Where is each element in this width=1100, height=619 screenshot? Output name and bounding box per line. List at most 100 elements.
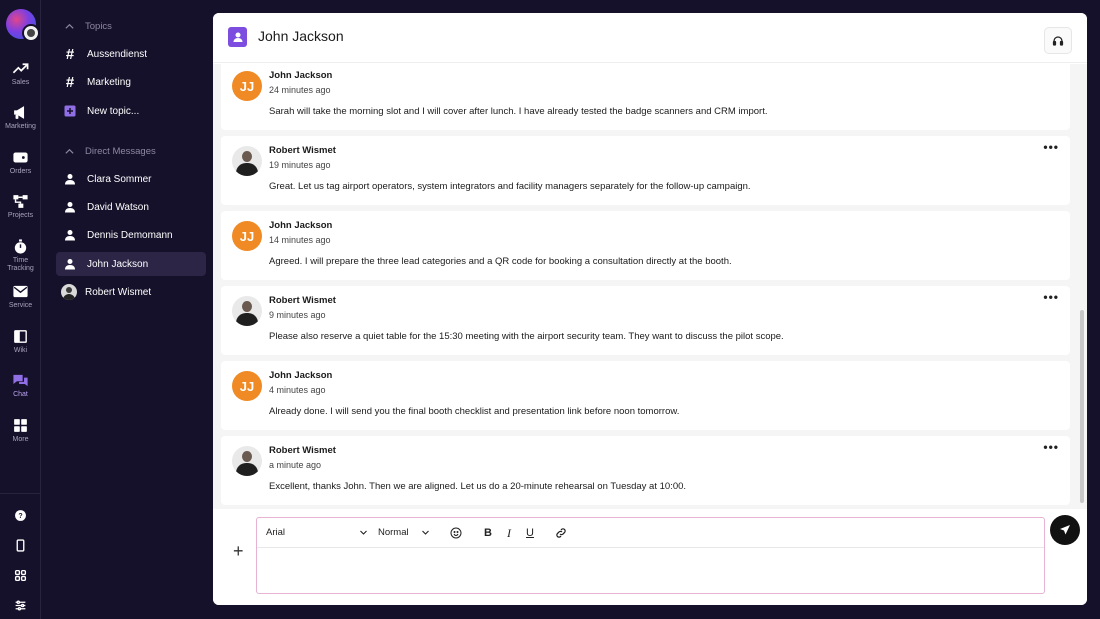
message-author[interactable]: Robert Wismet (269, 145, 336, 156)
more-options-button[interactable]: ••• (1043, 441, 1059, 453)
sidebar-item-label: Marketing (87, 76, 131, 88)
message-time: 4 minutes ago (269, 385, 326, 395)
avatar[interactable]: JJ (232, 221, 262, 251)
chat-header: John Jackson (213, 13, 1087, 63)
message-author[interactable]: John Jackson (269, 70, 332, 81)
plus-square-icon (63, 104, 77, 118)
user-avatar[interactable] (22, 24, 40, 42)
font-select-value: Arial (266, 527, 286, 538)
stopwatch-icon (14, 239, 27, 254)
sidebar-item-aussendienst[interactable]: # Aussendienst (56, 42, 206, 66)
mail-icon (13, 285, 28, 298)
message-time: 14 minutes ago (269, 235, 331, 245)
workspace-logo[interactable] (6, 9, 40, 42)
rail-label: Chat (13, 391, 28, 398)
chevron-down-icon (360, 530, 367, 535)
more-options-button[interactable]: ••• (1043, 141, 1059, 153)
rail-item-projects[interactable]: Projects (0, 193, 41, 220)
mobile-icon (16, 539, 25, 552)
chevron-down-icon (422, 530, 429, 535)
message-author[interactable]: John Jackson (269, 370, 332, 381)
message-text: Sarah will take the morning slot and I w… (269, 106, 768, 117)
settings-button[interactable] (0, 599, 41, 612)
message-input[interactable] (257, 549, 1044, 593)
topics-section-toggle[interactable]: Topics (64, 21, 112, 32)
size-select[interactable]: Normal (378, 527, 430, 538)
attach-button[interactable]: + (233, 542, 244, 560)
size-select-value: Normal (378, 527, 409, 538)
message-time: a minute ago (269, 460, 322, 470)
more-options-button[interactable]: ••• (1043, 291, 1059, 303)
app-rail: Sales Marketing Orders Projects Time Tra… (0, 0, 41, 619)
rail-label: Time Tracking (7, 257, 34, 272)
rail-label: Projects (7, 212, 34, 219)
sidebar-item-label: New topic... (87, 105, 140, 117)
message-item: Robert Wismet a minute ago Excellent, th… (221, 436, 1070, 505)
message-author[interactable]: John Jackson (269, 220, 332, 231)
sidebar-item-robert-wismet[interactable]: Robert Wismet (56, 280, 206, 304)
format-toolbar: Arial Normal B I U (257, 518, 1044, 548)
person-icon (63, 257, 77, 271)
book-icon (14, 330, 27, 343)
mobile-button[interactable] (0, 539, 41, 552)
sidebar-item-label: Dennis Demomann (87, 229, 173, 241)
message-item: Robert Wismet 19 minutes ago Great. Let … (221, 136, 1070, 205)
dm-section-toggle[interactable]: Direct Messages (64, 146, 156, 157)
scrollbar[interactable] (1080, 310, 1084, 503)
apps-icon (14, 569, 27, 582)
emoji-button[interactable] (449, 526, 463, 540)
avatar[interactable] (232, 446, 262, 476)
message-list[interactable]: JJ John Jackson 24 minutes ago Sarah wil… (213, 64, 1087, 509)
bold-button[interactable]: B (481, 526, 495, 540)
apps-button[interactable] (0, 569, 41, 582)
send-button[interactable] (1050, 515, 1080, 545)
avatar[interactable]: JJ (232, 71, 262, 101)
rail-item-sales[interactable]: Sales (0, 60, 41, 87)
rail-item-time-tracking[interactable]: Time Tracking (0, 238, 41, 273)
message-text: Already done. I will send you the final … (269, 406, 680, 417)
help-button[interactable]: ? (0, 509, 41, 522)
italic-button[interactable]: I (502, 526, 516, 540)
sidebar-item-marketing[interactable]: # Marketing (56, 70, 206, 94)
grid-icon (14, 419, 27, 432)
avatar[interactable]: JJ (232, 371, 262, 401)
megaphone-icon (14, 106, 25, 119)
sidebar-item-new-topic[interactable]: New topic... (56, 99, 206, 123)
message-item: JJ John Jackson 24 minutes ago Sarah wil… (221, 64, 1070, 130)
message-item: JJ John Jackson 14 minutes ago Agreed. I… (221, 211, 1070, 280)
chat-panel: John Jackson JJ John Jackson 24 minutes … (213, 13, 1087, 605)
rail-item-service[interactable]: Service (0, 283, 41, 310)
message-item: JJ John Jackson 4 minutes ago Already do… (221, 361, 1070, 430)
send-icon (1060, 525, 1070, 535)
page-title: John Jackson (258, 28, 344, 44)
tag-icon (13, 152, 28, 163)
sidebar-item-john-jackson[interactable]: John Jackson (56, 252, 206, 276)
channel-sidebar: Topics # Aussendienst # Marketing New to… (42, 0, 212, 619)
rail-label: Service (8, 302, 33, 309)
chevron-up-icon (65, 148, 74, 154)
sidebar-item-david-watson[interactable]: David Watson (56, 195, 206, 219)
message-author[interactable]: Robert Wismet (269, 295, 336, 306)
person-icon (63, 200, 77, 214)
sidebar-item-label: Clara Sommer (87, 173, 152, 185)
rail-item-orders[interactable]: Orders (0, 149, 41, 176)
sidebar-item-dennis-demomann[interactable]: Dennis Demomann (56, 223, 206, 247)
rail-item-wiki[interactable]: Wiki (0, 328, 41, 355)
chevron-up-icon (65, 23, 74, 29)
sidebar-item-label: Aussendienst (87, 48, 148, 60)
call-button[interactable] (1044, 27, 1072, 54)
avatar[interactable] (232, 296, 262, 326)
sidebar-item-clara-sommer[interactable]: Clara Sommer (56, 167, 206, 191)
dm-header: Direct Messages (85, 146, 156, 157)
rail-item-marketing[interactable]: Marketing (0, 104, 41, 131)
rail-label: Wiki (13, 347, 28, 354)
message-author[interactable]: Robert Wismet (269, 445, 336, 456)
link-button[interactable] (554, 526, 568, 540)
avatar[interactable] (232, 146, 262, 176)
sidebar-item-label: David Watson (87, 201, 149, 213)
rail-label: Marketing (5, 123, 36, 130)
underline-button[interactable]: U (523, 526, 537, 540)
rail-item-more[interactable]: More (0, 417, 41, 444)
rail-item-chat[interactable]: Chat (0, 372, 41, 399)
font-select[interactable]: Arial (266, 527, 368, 538)
